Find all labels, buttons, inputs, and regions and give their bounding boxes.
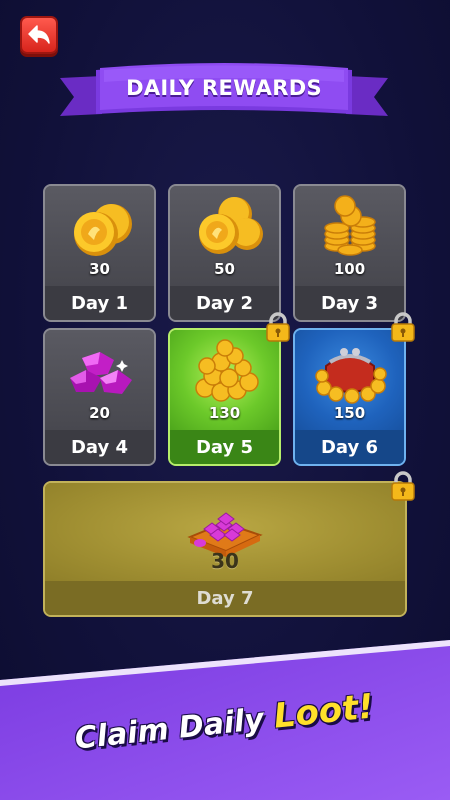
day-label: Day 3 <box>295 286 404 320</box>
reward-amount: 50 <box>214 260 235 278</box>
reward-card-day-4[interactable]: 20 Day 4 <box>43 328 156 466</box>
reward-card-day-5[interactable]: 130 Day 5 <box>168 328 281 466</box>
day-label: Day 7 <box>45 581 405 615</box>
lock-icon <box>390 312 416 342</box>
day-label: Day 4 <box>45 430 154 464</box>
coin-purse-icon <box>295 338 404 404</box>
page-title: DAILY REWARDS <box>126 76 322 100</box>
day-label: Day 1 <box>45 286 154 320</box>
lock-icon <box>265 312 291 342</box>
reward-amount: 30 <box>89 260 110 278</box>
reward-amount: 30 <box>211 549 239 573</box>
coin-pile-icon <box>170 338 279 404</box>
day-label: Day 5 <box>170 430 279 464</box>
day-label: Day 2 <box>170 286 279 320</box>
reward-card-day-6[interactable]: 150 Day 6 <box>293 328 406 466</box>
reward-card-day-7[interactable]: 30 Day 7 <box>43 481 407 617</box>
coin-stacks-icon <box>295 194 404 260</box>
coins-medium-icon <box>170 194 279 260</box>
reward-card-day-2[interactable]: 50 Day 2 <box>168 184 281 322</box>
back-button[interactable] <box>20 16 58 54</box>
reward-amount: 150 <box>333 404 366 422</box>
reward-card-day-3[interactable]: 100 Day 3 <box>293 184 406 322</box>
title-ribbon: DAILY REWARDS <box>56 62 392 124</box>
reward-amount: 20 <box>89 404 110 422</box>
reward-amount: 130 <box>208 404 241 422</box>
back-arrow-icon <box>28 25 50 44</box>
lock-icon <box>390 471 416 501</box>
reward-amount: 100 <box>333 260 366 278</box>
gems-icon <box>45 338 154 404</box>
day-label: Day 6 <box>295 430 404 464</box>
coins-small-icon <box>45 194 154 260</box>
reward-card-day-1[interactable]: 30 Day 1 <box>43 184 156 322</box>
